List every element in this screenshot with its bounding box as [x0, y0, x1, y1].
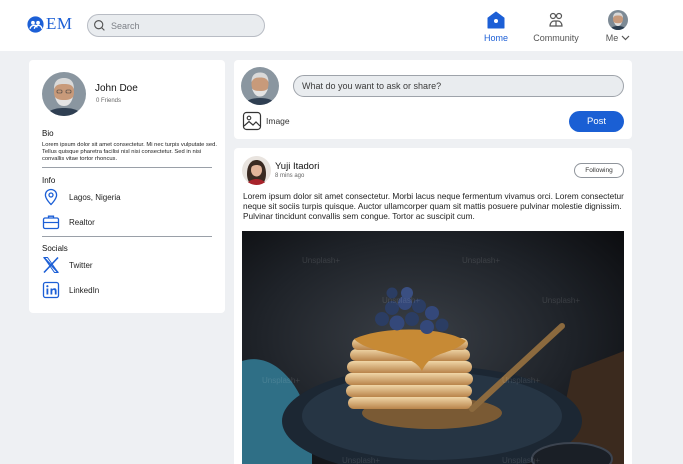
watermark-text: Unsplash+ [302, 256, 340, 265]
nav-community-label: Community [533, 33, 579, 43]
image-label: Image [266, 116, 290, 126]
nav-community[interactable]: Community [529, 10, 583, 43]
app-logo[interactable]: EM [27, 14, 73, 34]
search-icon [94, 20, 105, 31]
top-navigation-bar: EM Home Community [0, 0, 683, 51]
watermark-text: Unsplash+ [542, 296, 580, 305]
profile-friends-count[interactable]: 0 Friends [96, 98, 121, 104]
bio-heading: Bio [42, 129, 54, 138]
info-occupation: Realtor [42, 213, 95, 231]
watermark-text: Unsplash+ [382, 296, 420, 305]
divider [42, 236, 212, 237]
watermark-text: Unsplash+ [502, 456, 540, 464]
post-author-name[interactable]: Yuji Itadori [275, 161, 319, 172]
social-linkedin-link[interactable]: LinkedIn [42, 281, 99, 299]
social-twitter-link[interactable]: Twitter [42, 256, 93, 274]
post-button[interactable]: Post [569, 111, 624, 132]
info-heading: Info [42, 176, 56, 185]
nav-home-label: Home [483, 33, 508, 43]
people-logo-icon [27, 15, 44, 33]
info-location: Lagos, Nigeria [42, 188, 121, 206]
socials-heading: Socials [42, 244, 68, 253]
community-icon [549, 12, 563, 27]
post-body-text: Lorem ipsum dolor sit amet consectetur. … [243, 191, 624, 221]
watermark-text: Unsplash+ [342, 456, 380, 464]
nav-me-label: Me [605, 33, 619, 43]
me-avatar [608, 10, 628, 30]
profile-name[interactable]: John Doe [95, 83, 138, 94]
chevron-down-icon [621, 35, 630, 41]
post-composer-card: Image Post [234, 60, 632, 139]
divider [42, 167, 212, 168]
location-pin-icon [44, 188, 58, 206]
post-author-avatar[interactable] [242, 156, 271, 185]
bio-text: Lorem ipsum dolor sit amet consectetur. … [42, 142, 217, 162]
add-image-button[interactable]: Image [242, 111, 290, 131]
profile-avatar[interactable] [42, 72, 86, 116]
nav-me[interactable]: Me [600, 10, 636, 43]
logo-text: EM [46, 14, 73, 33]
linkedin-label[interactable]: LinkedIn [69, 286, 99, 295]
search-bar[interactable] [87, 14, 265, 37]
post-timestamp: 8 mins ago [275, 173, 305, 179]
linkedin-icon [42, 281, 60, 299]
watermark-text: Unsplash+ [262, 376, 300, 385]
home-icon [487, 11, 505, 29]
occupation-label: Realtor [69, 217, 95, 227]
composer-avatar [241, 67, 279, 105]
briefcase-icon [42, 215, 60, 230]
search-input[interactable] [111, 20, 261, 31]
location-label: Lagos, Nigeria [69, 192, 121, 202]
twitter-label[interactable]: Twitter [69, 261, 93, 270]
nav-home[interactable]: Home [481, 10, 511, 43]
watermark-text: Unsplash+ [502, 376, 540, 385]
watermark-text: Unsplash+ [462, 256, 500, 265]
x-twitter-icon [43, 256, 59, 274]
post-image[interactable]: Unsplash+ Unsplash+ Unsplash+ Unsplash+ … [242, 231, 624, 464]
image-icon [242, 111, 262, 131]
profile-card: John Doe 0 Friends Bio Lorem ipsum dolor… [29, 60, 225, 313]
feed-post-card: Yuji Itadori 8 mins ago Following Lorem … [234, 148, 632, 464]
following-button[interactable]: Following [574, 163, 624, 178]
post-composer-input[interactable] [293, 75, 624, 97]
